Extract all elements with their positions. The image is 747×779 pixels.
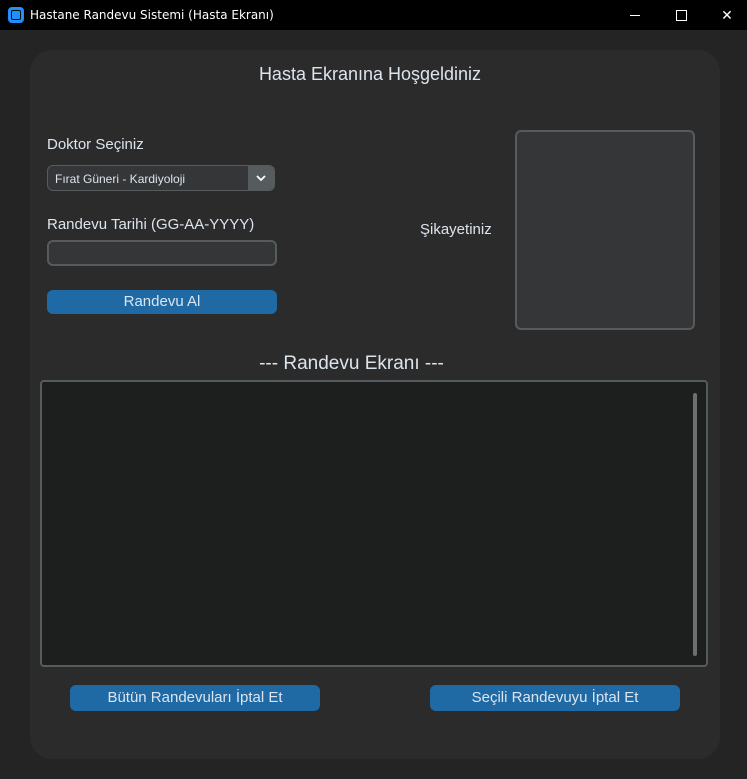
complaint-label: Şikayetiniz: [420, 221, 492, 238]
date-input[interactable]: [47, 240, 277, 266]
maximize-button[interactable]: [658, 0, 704, 30]
complaint-textbox[interactable]: [515, 130, 695, 330]
doctor-select[interactable]: Fırat Güneri - Kardiyoloji: [47, 165, 275, 191]
minimize-button[interactable]: [612, 0, 658, 30]
minimize-icon: [630, 14, 640, 16]
window-title: Hastane Randevu Sistemi (Hasta Ekranı): [30, 8, 274, 22]
cancel-selected-button[interactable]: Seçili Randevuyu İptal Et: [430, 685, 680, 711]
close-button[interactable]: ✕: [704, 0, 747, 30]
appointments-list[interactable]: [40, 380, 708, 667]
doctor-label: Doktor Seçiniz: [47, 136, 144, 153]
page-title: Hasta Ekranına Hoşgeldiniz: [258, 64, 482, 84]
close-icon: ✕: [721, 6, 733, 23]
title-bar: Hastane Randevu Sistemi (Hasta Ekranı) ✕: [0, 0, 747, 30]
dropdown-button[interactable]: [248, 166, 274, 190]
book-appointment-button[interactable]: Randevu Al: [47, 290, 277, 314]
maximize-icon: [675, 9, 687, 21]
chevron-down-icon: [256, 175, 266, 181]
scrollbar[interactable]: [693, 393, 697, 656]
doctor-select-value: Fırat Güneri - Kardiyoloji: [55, 172, 186, 186]
app-icon: [8, 7, 24, 23]
appointments-title: --- Randevu Ekranı ---: [259, 353, 444, 374]
cancel-all-button[interactable]: Bütün Randevuları İptal Et: [70, 685, 320, 711]
date-label: Randevu Tarihi (GG-AA-YYYY): [47, 216, 255, 233]
